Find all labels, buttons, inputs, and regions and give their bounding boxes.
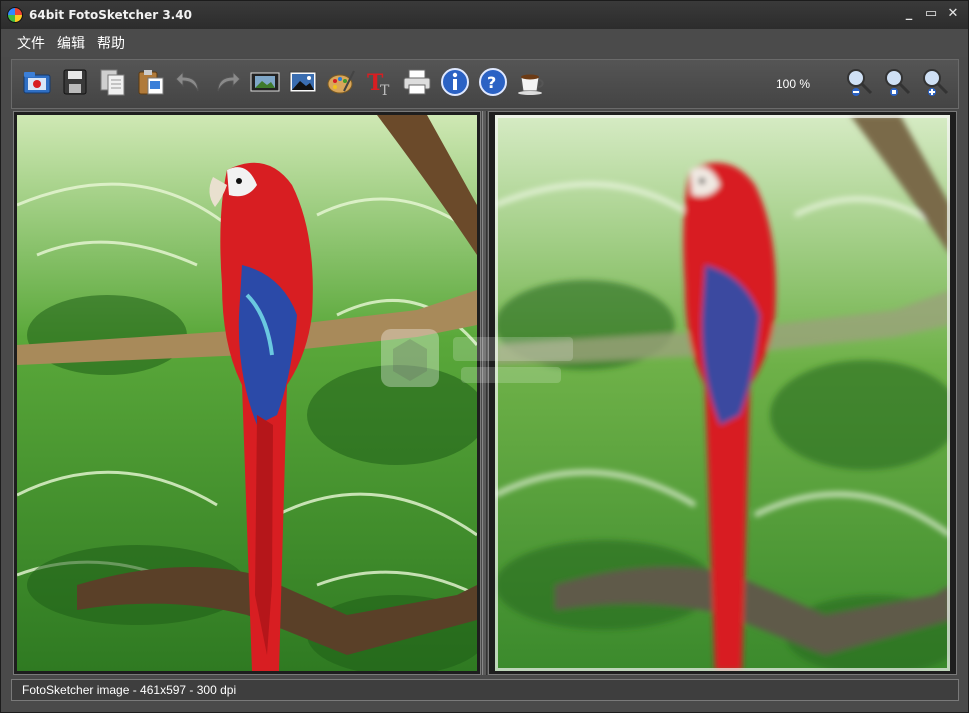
zoom-out-button[interactable] bbox=[842, 64, 876, 104]
save-icon bbox=[63, 69, 87, 95]
zoom-controls bbox=[842, 64, 956, 104]
paste-button[interactable] bbox=[134, 64, 168, 104]
print-button[interactable] bbox=[400, 64, 434, 104]
undo-icon bbox=[175, 70, 199, 92]
zoom-fit-icon bbox=[885, 69, 911, 96]
minimize-button[interactable]: _ bbox=[900, 5, 918, 23]
title-bar[interactable]: 64bit FotoSketcher 3.40 _ ▭ ✕ bbox=[1, 1, 968, 29]
menu-edit[interactable]: 编辑 bbox=[51, 33, 91, 53]
film-strip-icon bbox=[250, 72, 280, 92]
menu-bar: 文件 编辑 帮助 bbox=[1, 29, 968, 57]
donate-button[interactable] bbox=[514, 64, 548, 104]
copy-icon bbox=[100, 69, 125, 96]
info-button[interactable] bbox=[438, 64, 472, 104]
app-logo-icon bbox=[7, 7, 23, 23]
open-folder-icon bbox=[23, 72, 51, 94]
menu-file[interactable]: 文件 bbox=[11, 33, 51, 53]
redo-icon bbox=[217, 70, 241, 92]
picture-icon bbox=[289, 71, 317, 93]
open-button[interactable] bbox=[20, 64, 54, 104]
zoom-in-icon bbox=[923, 69, 949, 96]
redo-button[interactable] bbox=[210, 64, 244, 104]
status-text: FotoSketcher image - 461x597 - 300 dpi bbox=[22, 683, 237, 697]
undo-button[interactable] bbox=[172, 64, 206, 104]
menu-help[interactable]: 帮助 bbox=[91, 33, 131, 53]
zoom-in-button[interactable] bbox=[918, 64, 952, 104]
zoom-level: 100 % bbox=[776, 77, 811, 91]
svg-text:T: T bbox=[380, 83, 390, 97]
save-button[interactable] bbox=[58, 64, 92, 104]
batch-process-button[interactable] bbox=[248, 64, 282, 104]
picture-button[interactable] bbox=[286, 64, 320, 104]
maximize-button[interactable]: ▭ bbox=[922, 5, 940, 23]
zoom-out-icon bbox=[847, 69, 873, 96]
add-text-button[interactable]: T T bbox=[362, 64, 396, 104]
status-bar: FotoSketcher image - 461x597 - 300 dpi bbox=[11, 679, 959, 701]
print-icon bbox=[403, 69, 431, 95]
paste-icon bbox=[138, 70, 164, 95]
toolbar: T T ? 100 % bbox=[11, 59, 959, 109]
help-button[interactable]: ? bbox=[476, 64, 510, 104]
app-window: 64bit FotoSketcher 3.40 _ ▭ ✕ 文件 编辑 帮助 T… bbox=[0, 0, 969, 713]
help-icon: ? bbox=[479, 68, 507, 96]
palette-icon bbox=[327, 70, 355, 94]
info-icon bbox=[441, 68, 469, 96]
copy-button[interactable] bbox=[96, 64, 130, 104]
window-title: 64bit FotoSketcher 3.40 bbox=[29, 8, 192, 22]
watermark-logo bbox=[381, 329, 573, 387]
svg-text:?: ? bbox=[487, 73, 496, 92]
window-controls: _ ▭ ✕ bbox=[900, 5, 962, 23]
close-button[interactable]: ✕ bbox=[944, 5, 962, 23]
zoom-fit-button[interactable] bbox=[880, 64, 914, 104]
drawing-params-button[interactable] bbox=[324, 64, 358, 104]
text-icon: T T bbox=[367, 70, 390, 97]
coffee-cup-icon bbox=[518, 74, 544, 95]
